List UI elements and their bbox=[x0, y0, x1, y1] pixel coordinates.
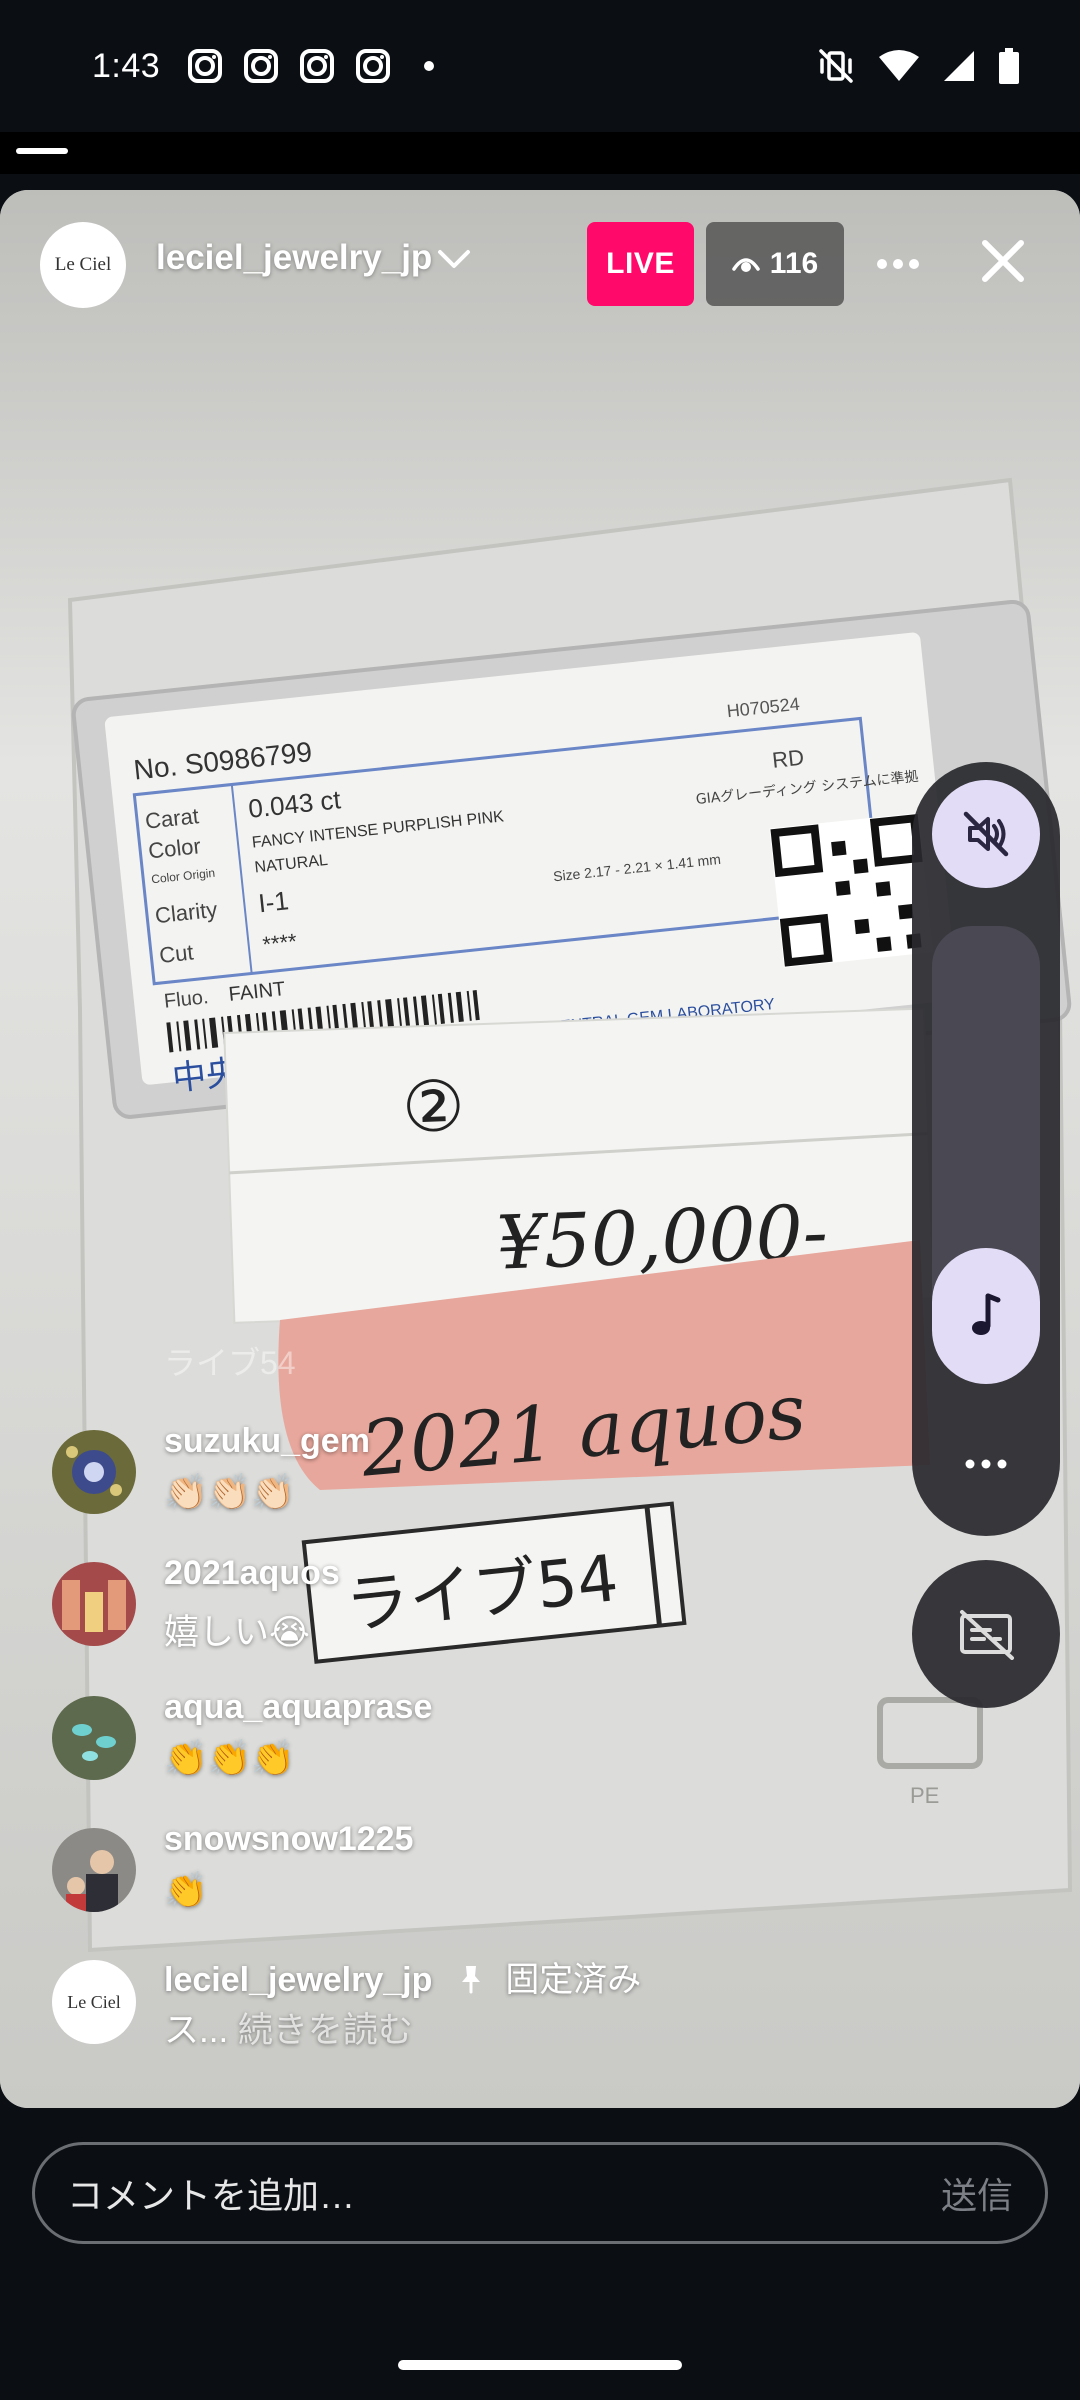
card-shape: RD bbox=[771, 745, 805, 773]
qr-code bbox=[769, 812, 934, 968]
status-right bbox=[816, 46, 1020, 86]
card-value-cut: **** bbox=[261, 929, 298, 957]
screen: 1:43 No. S0986799 H070524 Carat 0.043 ct… bbox=[0, 0, 1080, 2400]
faded-comment: ライブ54 bbox=[164, 1345, 296, 1381]
comment-item[interactable]: aqua_aquaprase 👏👏👏 bbox=[52, 1688, 872, 1798]
host-avatar-logo: Le Ciel bbox=[54, 254, 112, 275]
avatar[interactable] bbox=[52, 1562, 136, 1646]
live-video[interactable]: No. S0986799 H070524 Carat 0.043 ct Colo… bbox=[0, 190, 1080, 2108]
status-left: 1:43 bbox=[92, 46, 435, 86]
close-button[interactable] bbox=[968, 226, 1038, 296]
mute-toggle-button[interactable] bbox=[932, 780, 1040, 888]
avatar-image bbox=[52, 1696, 136, 1780]
home-indicator[interactable] bbox=[398, 2360, 682, 2370]
card-label-fluo: Fluo. bbox=[163, 986, 210, 1013]
comment-username[interactable]: leciel_jewelry_jp bbox=[164, 1961, 432, 1999]
instagram-icon bbox=[300, 49, 335, 83]
note-number: ② bbox=[401, 1065, 467, 1149]
status-bar: 1:43 bbox=[0, 0, 1080, 132]
comment-username[interactable]: suzuku_gem bbox=[164, 1422, 370, 1461]
speaker-muted-icon bbox=[963, 811, 1009, 857]
host-avatar[interactable]: Le Ciel bbox=[40, 222, 126, 308]
captions-off-icon bbox=[960, 1610, 1014, 1660]
viewer-count: 116 bbox=[769, 247, 819, 280]
status-time: 1:43 bbox=[92, 46, 161, 85]
captions-toggle-button[interactable] bbox=[912, 1560, 1060, 1708]
chevron-down-icon[interactable] bbox=[436, 248, 472, 272]
avatar[interactable] bbox=[52, 1828, 136, 1912]
comment-username[interactable]: 2021aquos bbox=[164, 1554, 340, 1593]
pe-mark-text: PE bbox=[910, 1783, 939, 1808]
instagram-icon bbox=[188, 49, 223, 83]
comment-text: 👏 bbox=[164, 1871, 208, 1910]
comment-username[interactable]: aqua_aquaprase bbox=[164, 1688, 432, 1727]
close-icon bbox=[982, 240, 1024, 282]
viewer-count-badge[interactable]: 116 bbox=[706, 222, 844, 306]
comment-item[interactable]: snowsnow1225 👏 bbox=[52, 1820, 872, 1930]
read-more-link[interactable]: 続きを読む bbox=[238, 2011, 413, 2050]
wifi-icon bbox=[879, 50, 919, 81]
comment-text: 👏👏👏 bbox=[164, 1739, 295, 1778]
pinned-label: 固定済み bbox=[505, 1961, 642, 1999]
pinned-avatar-logo: Le Ciel bbox=[67, 1991, 121, 2012]
media-controls-panel bbox=[912, 762, 1060, 1536]
vibrate-off-icon bbox=[819, 49, 853, 83]
comment-item[interactable]: 2021aquos 嬉しい😭 bbox=[52, 1554, 872, 1664]
send-button[interactable]: 送信 bbox=[941, 2167, 1013, 2219]
avatar[interactable]: Le Ciel bbox=[52, 1960, 136, 2044]
pinned-comment-body: ス... 続きを読む bbox=[164, 2002, 413, 2053]
comment-text: 👏🏻👏🏻👏🏻 bbox=[164, 1473, 295, 1512]
avatar-image bbox=[52, 1828, 136, 1912]
pin-icon bbox=[461, 1966, 480, 1994]
music-note-icon bbox=[972, 1293, 1001, 1335]
more-options-button[interactable] bbox=[866, 236, 930, 292]
card-label-cut: Cut bbox=[158, 940, 195, 968]
more-horizontal-icon bbox=[877, 259, 919, 269]
notification-dot-icon bbox=[424, 61, 435, 71]
comment-text: 嬉しい😭 bbox=[164, 1613, 310, 1652]
instagram-icon bbox=[356, 49, 391, 83]
comment-input[interactable]: コメントを追加… 送信 bbox=[32, 2142, 1048, 2244]
avatar[interactable] bbox=[52, 1430, 136, 1514]
avatar-image bbox=[52, 1562, 136, 1646]
host-username[interactable]: leciel_jewelry_jp bbox=[156, 238, 432, 278]
pinned-comment[interactable]: Le Ciel leciel_jewelry_jp 固定済み ス... 続きを読… bbox=[52, 1952, 872, 2062]
media-more-button[interactable] bbox=[932, 1434, 1040, 1494]
instagram-icon bbox=[244, 49, 279, 83]
pinned-comment-header: leciel_jewelry_jp 固定済み bbox=[164, 1952, 641, 2001]
music-button[interactable] bbox=[932, 1248, 1040, 1384]
signal-icon bbox=[944, 51, 974, 81]
live-progress-fill bbox=[16, 148, 68, 154]
avatar[interactable] bbox=[52, 1696, 136, 1780]
avatar-image bbox=[52, 1430, 136, 1514]
live-progress-track bbox=[0, 132, 1080, 174]
comment-username[interactable]: snowsnow1225 bbox=[164, 1820, 413, 1859]
card-value-clarity: I-1 bbox=[257, 885, 290, 918]
comment-input-placeholder[interactable]: コメントを追加… bbox=[67, 2167, 355, 2219]
live-badge: LIVE bbox=[587, 222, 694, 306]
comment-text: ス... bbox=[164, 2011, 229, 2050]
eye-icon bbox=[732, 258, 760, 272]
comment-item[interactable]: suzuku_gem 👏🏻👏🏻👏🏻 bbox=[52, 1422, 872, 1532]
battery-icon bbox=[999, 48, 1019, 84]
more-horizontal-icon bbox=[965, 1459, 1007, 1469]
